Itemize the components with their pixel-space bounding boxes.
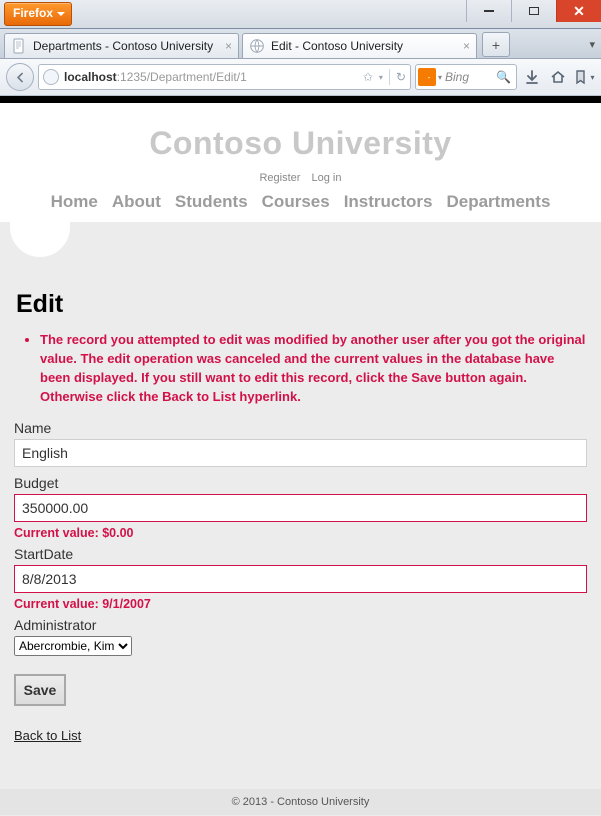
administrator-label: Administrator bbox=[14, 617, 587, 633]
page-icon bbox=[11, 38, 27, 54]
startdate-input[interactable] bbox=[14, 565, 587, 593]
name-label: Name bbox=[14, 420, 587, 436]
auth-links: Register Log in bbox=[0, 172, 601, 184]
search-placeholder: Bing bbox=[445, 70, 496, 84]
feed-icon: ✩ bbox=[363, 70, 373, 84]
back-button[interactable] bbox=[6, 63, 34, 91]
budget-validation-message: Current value: $0.00 bbox=[14, 526, 587, 540]
name-input[interactable] bbox=[14, 439, 587, 467]
tab-title: Edit - Contoso University bbox=[271, 39, 463, 53]
page-footer: © 2013 - Contoso University bbox=[0, 789, 601, 815]
divider bbox=[389, 69, 390, 85]
search-go-icon[interactable]: 🔍 bbox=[496, 70, 511, 84]
bookmarks-menu-button[interactable]: ▾ bbox=[573, 66, 595, 88]
search-bar[interactable]: ▾ Bing 🔍 bbox=[415, 64, 517, 90]
window-minimize-button[interactable] bbox=[466, 0, 511, 22]
close-tab-icon[interactable]: × bbox=[225, 39, 232, 53]
tab-list-menu-button[interactable] bbox=[589, 35, 595, 53]
register-link[interactable]: Register bbox=[259, 172, 300, 184]
validation-summary: The record you attempted to edit was mod… bbox=[40, 331, 587, 406]
budget-label: Budget bbox=[14, 475, 587, 491]
site-identity-icon bbox=[43, 69, 59, 85]
dropmarker-icon[interactable]: ▾ bbox=[379, 73, 383, 82]
administrator-select[interactable]: Abercrombie, Kim bbox=[14, 636, 132, 656]
close-tab-icon[interactable]: × bbox=[463, 39, 470, 53]
back-to-list-link[interactable]: Back to List bbox=[14, 728, 81, 743]
url-bar[interactable]: localhost:1235/Department/Edit/1 ✩ ▾ ↻ bbox=[38, 64, 411, 90]
page-icon bbox=[249, 38, 265, 54]
main-nav: Home About Students Courses Instructors … bbox=[0, 192, 601, 212]
startdate-validation-message: Current value: 9/1/2007 bbox=[14, 597, 587, 611]
nav-instructors[interactable]: Instructors bbox=[344, 192, 433, 212]
nav-about[interactable]: About bbox=[112, 192, 161, 212]
login-link[interactable]: Log in bbox=[312, 172, 342, 184]
reload-button[interactable]: ↻ bbox=[396, 70, 406, 84]
downloads-button[interactable] bbox=[521, 66, 543, 88]
validation-summary-item: The record you attempted to edit was mod… bbox=[40, 331, 587, 406]
new-tab-button[interactable]: + bbox=[482, 32, 510, 57]
window-close-button[interactable] bbox=[556, 0, 601, 22]
browser-tab-departments[interactable]: Departments - Contoso University × bbox=[4, 33, 239, 58]
nav-departments[interactable]: Departments bbox=[446, 192, 550, 212]
site-brand: Contoso University bbox=[0, 125, 601, 162]
tab-bar: Departments - Contoso University × Edit … bbox=[0, 29, 601, 59]
page-body: Contoso University Register Log in Home … bbox=[0, 103, 601, 816]
home-button[interactable] bbox=[547, 66, 569, 88]
tab-title: Departments - Contoso University bbox=[33, 39, 225, 53]
window-maximize-button[interactable] bbox=[511, 0, 556, 22]
nav-courses[interactable]: Courses bbox=[262, 192, 330, 212]
browser-tab-edit[interactable]: Edit - Contoso University × bbox=[242, 33, 477, 58]
nav-indicator bbox=[10, 221, 70, 257]
nav-home[interactable]: Home bbox=[51, 192, 98, 212]
nav-students[interactable]: Students bbox=[175, 192, 248, 212]
titlebar: Firefox bbox=[0, 0, 601, 29]
navigation-toolbar: localhost:1235/Department/Edit/1 ✩ ▾ ↻ ▾… bbox=[0, 59, 601, 96]
budget-input[interactable] bbox=[14, 494, 587, 522]
top-accent-bar bbox=[0, 96, 601, 103]
bing-icon bbox=[418, 68, 436, 86]
search-engine-dropdown[interactable]: ▾ bbox=[438, 73, 442, 82]
firefox-menu-button[interactable]: Firefox bbox=[4, 2, 72, 26]
save-button[interactable]: Save bbox=[14, 674, 66, 706]
url-text: localhost:1235/Department/Edit/1 bbox=[64, 70, 363, 84]
startdate-label: StartDate bbox=[14, 546, 587, 562]
page-title: Edit bbox=[16, 290, 587, 319]
